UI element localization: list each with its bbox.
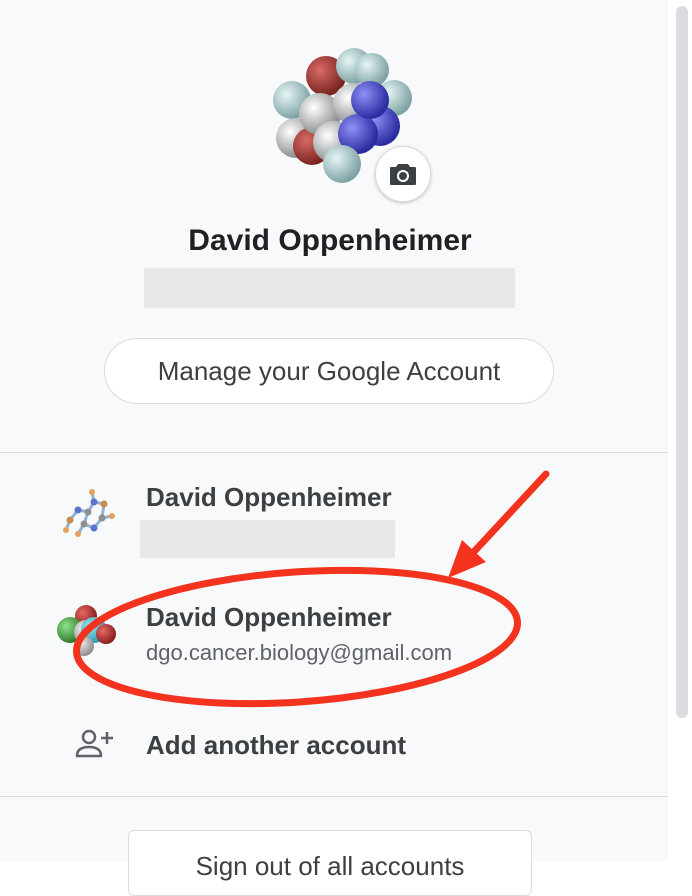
- account-menu-panel: David Oppenheimer Manage your Google Acc…: [0, 0, 668, 896]
- account-row[interactable]: David Oppenheimer dgo.cancer.biology@gma…: [0, 594, 668, 694]
- manage-account-button[interactable]: Manage your Google Account: [104, 338, 554, 404]
- add-account-label: Add another account: [146, 730, 407, 760]
- molecule-space-fill-avatar: [57, 605, 116, 656]
- molecule-ball-stick-avatar: [63, 489, 115, 537]
- add-account-button[interactable]: Add another account: [0, 712, 668, 782]
- redacted-email: [144, 268, 515, 308]
- person-add-icon: [75, 729, 113, 758]
- sign-out-all-button[interactable]: Sign out of all accounts: [128, 830, 532, 896]
- divider: [0, 796, 668, 797]
- account-name: David Oppenheimer: [146, 482, 392, 512]
- account-row[interactable]: David Oppenheimer: [0, 474, 668, 574]
- profile-name: David Oppenheimer: [188, 224, 472, 257]
- account-email: dgo.cancer.biology@gmail.com: [146, 640, 453, 665]
- redacted-email: [140, 520, 395, 558]
- profile-avatar-area: [262, 38, 431, 202]
- camera-icon: [390, 164, 416, 185]
- divider: [0, 452, 668, 453]
- scrollbar-thumb[interactable]: [676, 6, 688, 718]
- change-photo-button[interactable]: [375, 146, 431, 202]
- account-name: David Oppenheimer: [146, 602, 392, 632]
